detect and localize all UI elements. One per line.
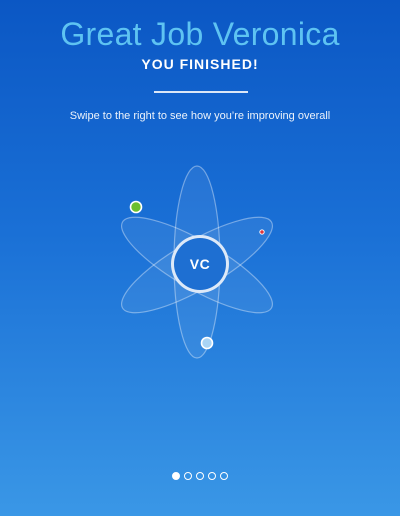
page-dot-4[interactable] bbox=[208, 472, 216, 480]
page-dot-2[interactable] bbox=[184, 472, 192, 480]
page-indicator bbox=[0, 472, 400, 480]
page-dot-1[interactable] bbox=[172, 472, 180, 480]
summary-screen: Great Job Veronica YOU FINISHED! Swipe t… bbox=[0, 0, 400, 516]
page-dot-5[interactable] bbox=[220, 472, 228, 480]
page-dot-3[interactable] bbox=[196, 472, 204, 480]
avatar-initials: VC bbox=[189, 256, 211, 272]
green-progress-marker[interactable] bbox=[129, 200, 143, 214]
avatar[interactable]: VC bbox=[171, 235, 229, 293]
blue-progress-marker[interactable] bbox=[200, 336, 214, 350]
red-progress-marker[interactable] bbox=[259, 229, 265, 235]
